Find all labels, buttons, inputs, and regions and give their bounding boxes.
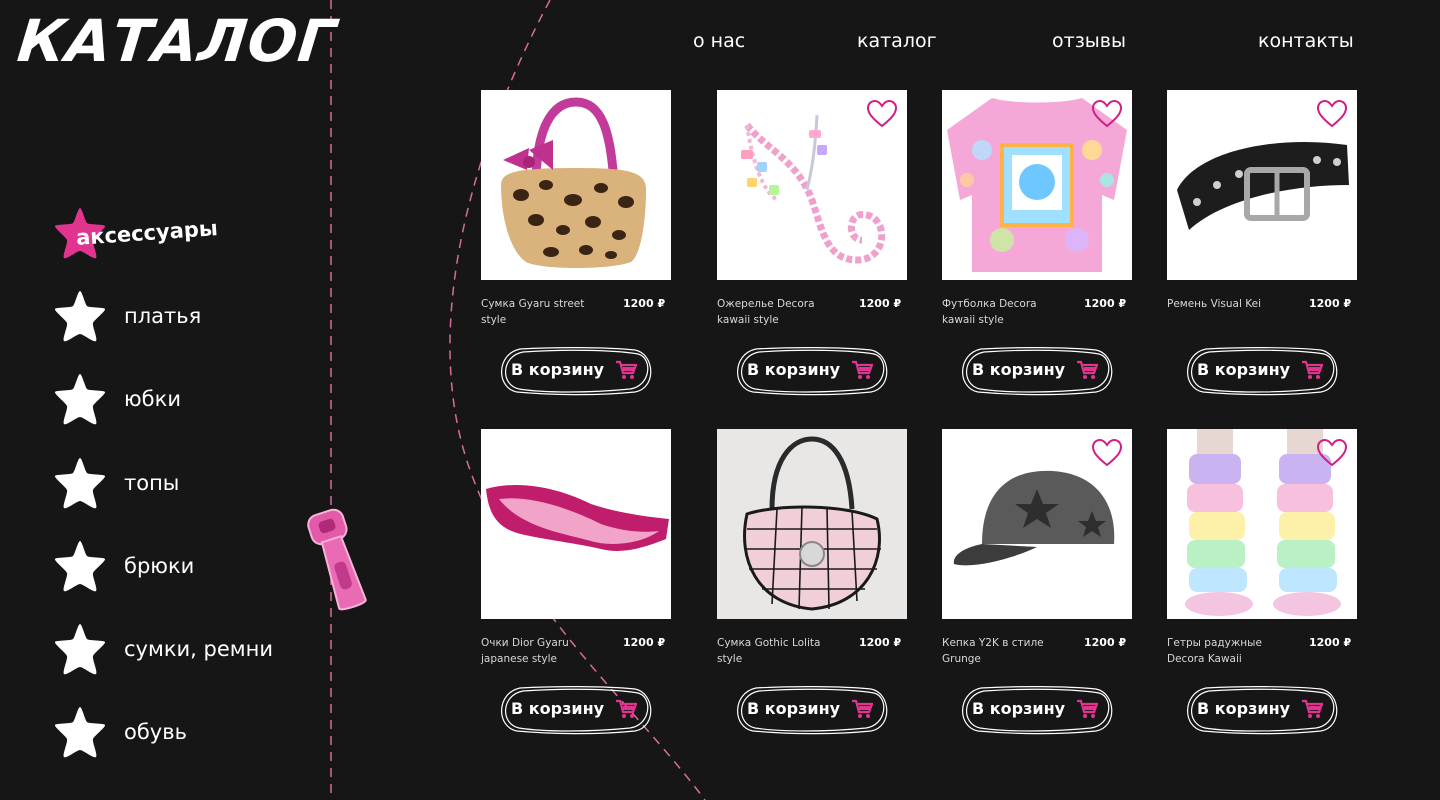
add-to-cart-label: В корзину <box>511 360 605 379</box>
product-name: Гетры радужные Decora Kawaii <box>1167 637 1262 665</box>
product-image[interactable] <box>481 90 671 280</box>
top-navigation: о нас каталог отзывы контакты <box>0 30 1440 60</box>
product-card: Гетры радужные Decora Kawaii 1200 ₽ В ко… <box>1167 429 1357 735</box>
shopping-cart-icon <box>852 699 873 718</box>
add-to-cart-button[interactable]: В корзину <box>956 346 1118 396</box>
category-label: юбки <box>124 387 181 411</box>
product-price: 1200 ₽ <box>623 297 666 310</box>
product-name: Кепка Y2K в стиле Grunge <box>942 637 1044 665</box>
nav-link-about[interactable]: о нас <box>693 30 745 52</box>
product-card: Ожерелье Decora kawaii style 1200 ₽ В ко… <box>717 90 907 396</box>
heart-favorite-icon[interactable] <box>1317 439 1347 467</box>
product-card: Ремень Visual Kei 1200 ₽ В корзину <box>1167 90 1357 396</box>
shopping-cart-icon <box>852 360 873 379</box>
category-label: сумки, ремни <box>124 637 273 661</box>
add-to-cart-label: В корзину <box>747 699 841 718</box>
star-icon <box>54 707 106 758</box>
nav-link-contacts[interactable]: контакты <box>1258 30 1354 52</box>
star-icon <box>54 624 106 675</box>
product-name: Футболка Decora kawaii style <box>942 298 1037 326</box>
add-to-cart-label: В корзину <box>972 360 1066 379</box>
heart-favorite-icon[interactable] <box>1317 100 1347 128</box>
add-to-cart-button[interactable]: В корзину <box>495 346 657 396</box>
category-item-dresses[interactable]: платья <box>52 288 201 344</box>
heart-favorite-icon[interactable] <box>1092 100 1122 128</box>
category-item-accessories[interactable]: аксессуары <box>52 205 219 261</box>
product-price: 1200 ₽ <box>1084 636 1127 649</box>
product-image[interactable] <box>481 429 671 619</box>
category-label: брюки <box>124 554 195 578</box>
product-image[interactable] <box>1167 429 1357 619</box>
product-name: Очки Dior Gyaru japanese style <box>481 637 569 665</box>
product-price: 1200 ₽ <box>1084 297 1127 310</box>
product-card: Сумка Gothic Lolita style 1200 ₽ В корзи… <box>717 429 907 735</box>
add-to-cart-button[interactable]: В корзину <box>1181 346 1343 396</box>
product-image[interactable] <box>717 429 907 619</box>
star-icon <box>54 541 106 592</box>
product-card: Футболка Decora kawaii style 1200 ₽ В ко… <box>942 90 1132 396</box>
add-to-cart-label: В корзину <box>747 360 841 379</box>
product-card: Сумка Gyaru street style 1200 ₽ В корзин… <box>481 90 671 396</box>
product-price: 1200 ₽ <box>1309 297 1352 310</box>
leopard-fur-handbag-image <box>501 97 646 268</box>
product-price: 1200 ₽ <box>623 636 666 649</box>
star-icon <box>54 458 106 509</box>
add-to-cart-label: В корзину <box>1197 699 1291 718</box>
add-to-cart-button[interactable]: В корзину <box>495 685 657 735</box>
product-price: 1200 ₽ <box>859 636 902 649</box>
add-to-cart-button[interactable]: В корзину <box>731 685 893 735</box>
shopping-cart-icon <box>1302 699 1323 718</box>
category-label: платья <box>124 304 202 328</box>
product-image[interactable] <box>1167 90 1357 280</box>
zipper-pull-icon <box>307 508 367 611</box>
product-name: Ремень Visual Kei <box>1167 298 1261 310</box>
shopping-cart-icon <box>616 360 637 379</box>
product-image[interactable] <box>942 90 1132 280</box>
nav-link-reviews[interactable]: отзывы <box>1052 30 1126 52</box>
heart-favorite-icon[interactable] <box>1092 439 1122 467</box>
shopping-cart-icon <box>1077 360 1098 379</box>
spiderweb-handbag-image <box>743 436 881 611</box>
star-icon <box>54 374 106 425</box>
product-card: Очки Dior Gyaru japanese style 1200 ₽ В … <box>481 429 671 735</box>
category-item-trousers[interactable]: брюки <box>52 538 194 594</box>
product-price: 1200 ₽ <box>859 297 902 310</box>
add-to-cart-button[interactable]: В корзину <box>731 346 893 396</box>
category-item-tops[interactable]: топы <box>52 455 179 511</box>
nav-link-catalog[interactable]: каталог <box>857 30 937 52</box>
product-name: Ожерелье Decora kawaii style <box>717 298 815 326</box>
category-label: обувь <box>124 720 187 744</box>
category-label: топы <box>124 471 180 495</box>
product-card: Кепка Y2K в стиле Grunge 1200 ₽ В корзин… <box>942 429 1132 735</box>
category-item-skirts[interactable]: юбки <box>52 371 181 427</box>
product-image[interactable] <box>717 90 907 280</box>
add-to-cart-label: В корзину <box>511 699 605 718</box>
shopping-cart-icon <box>1077 699 1098 718</box>
shopping-cart-icon <box>1302 360 1323 379</box>
add-to-cart-label: В корзину <box>1197 360 1291 379</box>
product-name: Сумка Gothic Lolita style <box>717 637 821 665</box>
heart-favorite-icon[interactable] <box>867 100 897 128</box>
star-icon <box>54 291 106 342</box>
pink-shield-sunglasses-image <box>486 484 669 551</box>
shopping-cart-icon <box>616 699 637 718</box>
add-to-cart-button[interactable]: В корзину <box>1181 685 1343 735</box>
product-image[interactable] <box>942 429 1132 619</box>
category-item-shoes[interactable]: обувь <box>52 704 187 760</box>
add-to-cart-button[interactable]: В корзину <box>956 685 1118 735</box>
product-price: 1200 ₽ <box>1309 636 1352 649</box>
add-to-cart-label: В корзину <box>972 699 1066 718</box>
product-name: Сумка Gyaru street style <box>481 298 585 326</box>
category-item-bags-belts[interactable]: сумки, ремни <box>52 621 273 677</box>
